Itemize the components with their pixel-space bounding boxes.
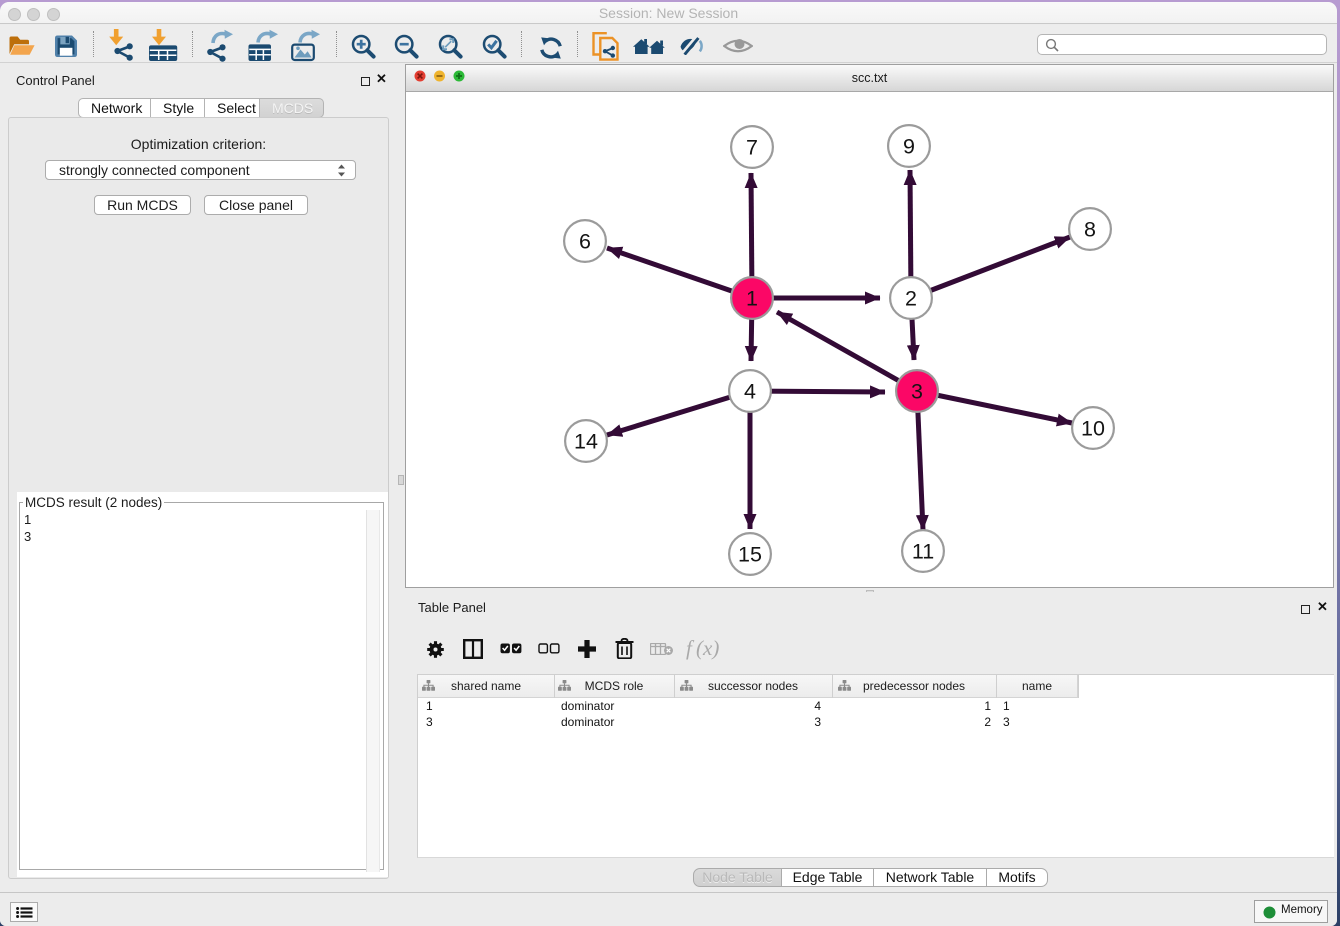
svg-text:14: 14 [574, 430, 598, 454]
svg-text:8: 8 [1084, 218, 1096, 242]
svg-text:9: 9 [903, 135, 915, 159]
svg-text:1: 1 [746, 287, 758, 311]
svg-text:6: 6 [579, 230, 591, 254]
svg-text:10: 10 [1081, 417, 1105, 441]
svg-text:2: 2 [905, 287, 917, 311]
svg-text:15: 15 [738, 543, 762, 567]
svg-text:3: 3 [911, 380, 923, 404]
svg-text:4: 4 [744, 380, 756, 404]
svg-text:7: 7 [746, 136, 758, 160]
svg-text:11: 11 [912, 540, 934, 564]
